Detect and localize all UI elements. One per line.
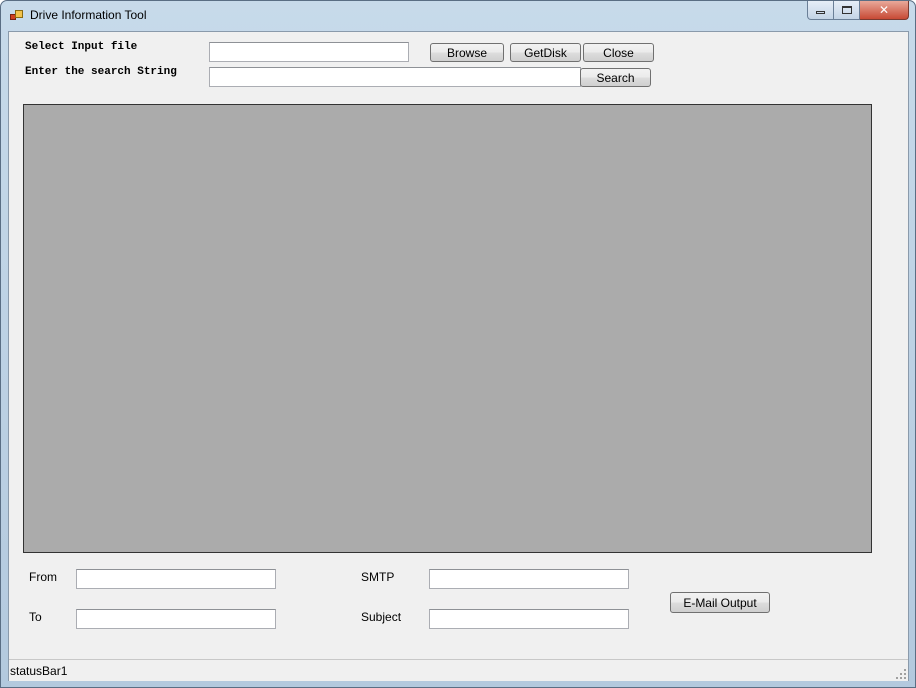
smtp-field[interactable] [429,569,629,589]
to-label: To [29,610,42,624]
input-file-field[interactable] [209,42,409,62]
status-bar: statusBar1 [9,659,908,681]
form-client-area: Select Input file Browse GetDisk Close E… [8,31,909,681]
close-button[interactable]: Close [583,43,654,62]
search-string-label: Enter the search String [25,66,177,78]
email-output-button[interactable]: E-Mail Output [670,592,770,613]
window-close-button[interactable]: ✕ [860,1,909,20]
minimize-button[interactable] [807,1,834,20]
output-viewer[interactable] [23,104,872,553]
subject-label: Subject [361,610,402,624]
from-label: From [29,570,57,584]
app-icon[interactable] [10,10,24,22]
subject-field[interactable] [429,609,629,629]
minimize-icon [816,11,825,14]
title-bar[interactable]: Drive Information Tool ✕ [1,1,915,31]
maximize-icon [841,6,852,14]
browse-button[interactable]: Browse [430,43,504,62]
caption-buttons: ✕ [807,1,909,21]
getdisk-button[interactable]: GetDisk [510,43,581,62]
search-button[interactable]: Search [580,68,651,87]
resize-grip-icon[interactable] [896,669,906,679]
close-icon: ✕ [878,3,890,17]
search-string-field[interactable] [209,67,581,87]
maximize-button[interactable] [834,1,860,20]
to-field[interactable] [76,609,276,629]
status-text: statusBar1 [10,664,68,678]
from-field[interactable] [76,569,276,589]
select-input-file-label: Select Input file [25,41,138,53]
smtp-label: SMTP [361,570,395,584]
window-title: Drive Information Tool [30,8,147,22]
main-window: Drive Information Tool ✕ Select Input fi… [0,0,916,688]
